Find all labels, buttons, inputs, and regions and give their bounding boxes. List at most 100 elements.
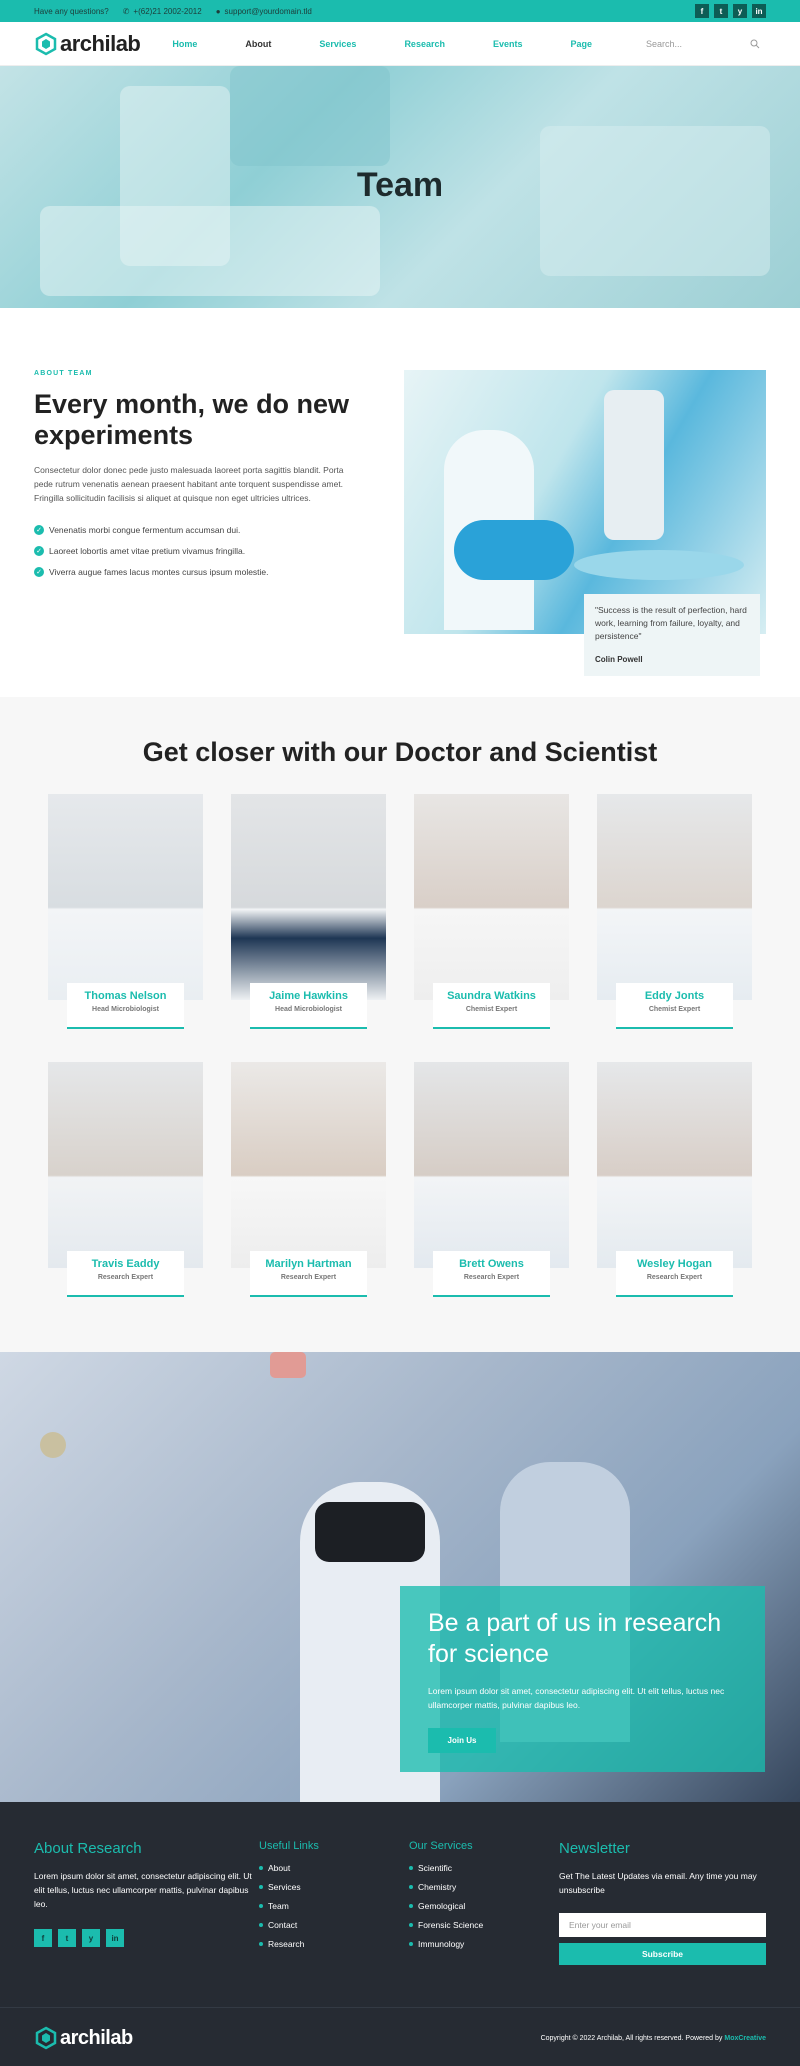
quote-box: "Success is the result of perfection, ha…: [584, 594, 760, 676]
cta-box: Be a part of us in research for science …: [400, 1586, 765, 1772]
team-card[interactable]: Jaime Hawkins Head Microbiologist: [231, 794, 386, 1032]
member-label: Thomas Nelson Head Microbiologist: [67, 983, 184, 1029]
nav-home[interactable]: Home: [172, 39, 197, 49]
hero-banner: Team: [0, 66, 800, 308]
about-media: "Success is the result of perfection, ha…: [404, 370, 766, 697]
member-name[interactable]: Thomas Nelson: [67, 990, 184, 1002]
member-role: Head Microbiologist: [92, 1006, 159, 1013]
member-photo: [414, 1062, 569, 1268]
footer-link[interactable]: Research: [259, 1939, 409, 1949]
cta-image-detail: [40, 1432, 66, 1458]
subscribe-button[interactable]: Subscribe: [559, 1943, 766, 1965]
email-field[interactable]: Enter your email: [559, 1913, 766, 1937]
check-icon: ✓: [34, 567, 44, 577]
logo-icon: [35, 32, 57, 55]
footer-service[interactable]: Forensic Science: [409, 1920, 559, 1930]
about-section: ABOUT TEAM Every month, we do new experi…: [0, 308, 800, 697]
member-photo: [48, 794, 203, 1000]
footer-links: Useful Links About Services Team Contact…: [259, 1840, 409, 2007]
footer-about-title: About Research: [34, 1840, 142, 1857]
member-role: Chemist Expert: [648, 1006, 701, 1013]
youtube-icon[interactable]: y: [733, 4, 747, 18]
member-photo: [231, 794, 386, 1000]
team-card[interactable]: Wesley Hogan Research Expert: [597, 1062, 752, 1300]
footer-service[interactable]: Gemological: [409, 1901, 559, 1911]
member-role: Research Expert: [280, 1274, 337, 1281]
footer-about-text: Lorem ipsum dolor sit amet, consectetur …: [34, 1871, 252, 1909]
main-nav: Home About Services Research Events Page: [172, 39, 640, 49]
youtube-icon[interactable]: y: [82, 1929, 100, 1947]
nav-page[interactable]: Page: [570, 39, 592, 49]
member-photo: [231, 1062, 386, 1268]
nav-events[interactable]: Events: [493, 39, 523, 49]
team-card[interactable]: Thomas Nelson Head Microbiologist: [48, 794, 203, 1032]
search-icon[interactable]: [750, 39, 760, 49]
check-list: ✓ Venenatis morbi congue fermentum accums…: [34, 525, 358, 577]
member-name[interactable]: Saundra Watkins: [433, 990, 550, 1002]
quote-text: "Success is the result of perfection, ha…: [595, 605, 747, 641]
logo[interactable]: archilab: [34, 31, 141, 57]
team-card[interactable]: Marilyn Hartman Research Expert: [231, 1062, 386, 1300]
facebook-icon[interactable]: f: [34, 1929, 52, 1947]
footer-links-title: Useful Links: [259, 1840, 319, 1852]
search-input[interactable]: Search...: [640, 32, 766, 56]
footer-services-title: Our Services: [409, 1840, 473, 1852]
about-content: ABOUT TEAM Every month, we do new experi…: [34, 370, 358, 697]
nav-research[interactable]: Research: [404, 39, 445, 49]
member-name[interactable]: Travis Eaddy: [67, 1258, 184, 1270]
check-icon: ✓: [34, 525, 44, 535]
member-name[interactable]: Eddy Jonts: [616, 990, 733, 1002]
logo-icon: [35, 2026, 57, 2050]
join-us-button[interactable]: Join Us: [428, 1728, 496, 1753]
about-eyebrow: ABOUT TEAM: [34, 370, 93, 377]
cta-image-detail: [315, 1502, 425, 1562]
photo-detail: [454, 520, 574, 580]
footer-service[interactable]: Chemistry: [409, 1882, 559, 1892]
footer-bottom: archilab Copyright © 2022 Archilab, All …: [0, 2007, 800, 2066]
nav-services[interactable]: Services: [319, 39, 356, 49]
linkedin-icon[interactable]: in: [752, 4, 766, 18]
footer-links-list: About Services Team Contact Research: [259, 1863, 409, 1949]
member-role: Research Expert: [97, 1274, 154, 1281]
member-name[interactable]: Wesley Hogan: [616, 1258, 733, 1270]
cta-image-detail: [270, 1352, 306, 1378]
check-item: ✓ Laoreet lobortis amet vitae pretium viv…: [34, 546, 358, 556]
social-links: f t y in: [695, 4, 766, 18]
email-info[interactable]: ● support@yourdomain.tld: [216, 7, 312, 16]
footer-service[interactable]: Scientific: [409, 1863, 559, 1873]
team-card[interactable]: Eddy Jonts Chemist Expert: [597, 794, 752, 1032]
team-card[interactable]: Travis Eaddy Research Expert: [48, 1062, 203, 1300]
about-title: Every month, we do new experiments: [34, 389, 350, 450]
footer-link[interactable]: Contact: [259, 1920, 409, 1930]
facebook-icon[interactable]: f: [695, 4, 709, 18]
member-name[interactable]: Jaime Hawkins: [250, 990, 367, 1002]
linkedin-icon[interactable]: in: [106, 1929, 124, 1947]
footer-link[interactable]: Services: [259, 1882, 409, 1892]
footer-logo[interactable]: archilab: [34, 2026, 133, 2050]
question-text: Have any questions?: [34, 6, 109, 16]
newsletter-title: Newsletter: [559, 1840, 630, 1857]
phone-info[interactable]: ✆ +(62)21 2002-2012: [123, 7, 202, 16]
quote-author: Colin Powell: [595, 655, 643, 664]
hero-image-detail: [230, 66, 390, 166]
nav-about[interactable]: About: [245, 39, 271, 49]
team-card[interactable]: Saundra Watkins Chemist Expert: [414, 794, 569, 1032]
member-label: Eddy Jonts Chemist Expert: [616, 983, 733, 1029]
member-name[interactable]: Brett Owens: [433, 1258, 550, 1270]
brand-link[interactable]: MoxCreative: [724, 2035, 766, 2042]
footer-services: Our Services Scientific Chemistry Gemolo…: [409, 1840, 559, 2007]
footer-link[interactable]: About: [259, 1863, 409, 1873]
photo-detail: [604, 390, 664, 540]
member-photo: [48, 1062, 203, 1268]
footer-service[interactable]: Immunology: [409, 1939, 559, 1949]
member-label: Travis Eaddy Research Expert: [67, 1251, 184, 1297]
copyright: Copyright © 2022 Archilab, All rights re…: [540, 2034, 766, 2042]
phone-icon: ✆: [122, 6, 130, 16]
twitter-icon[interactable]: t: [714, 4, 728, 18]
twitter-icon[interactable]: t: [58, 1929, 76, 1947]
cta-title: Be a part of us in research for science: [428, 1609, 722, 1668]
team-card[interactable]: Brett Owens Research Expert: [414, 1062, 569, 1300]
footer-link[interactable]: Team: [259, 1901, 409, 1911]
member-name[interactable]: Marilyn Hartman: [250, 1258, 367, 1270]
navbar: archilab Home About Services Research Ev…: [0, 22, 800, 66]
